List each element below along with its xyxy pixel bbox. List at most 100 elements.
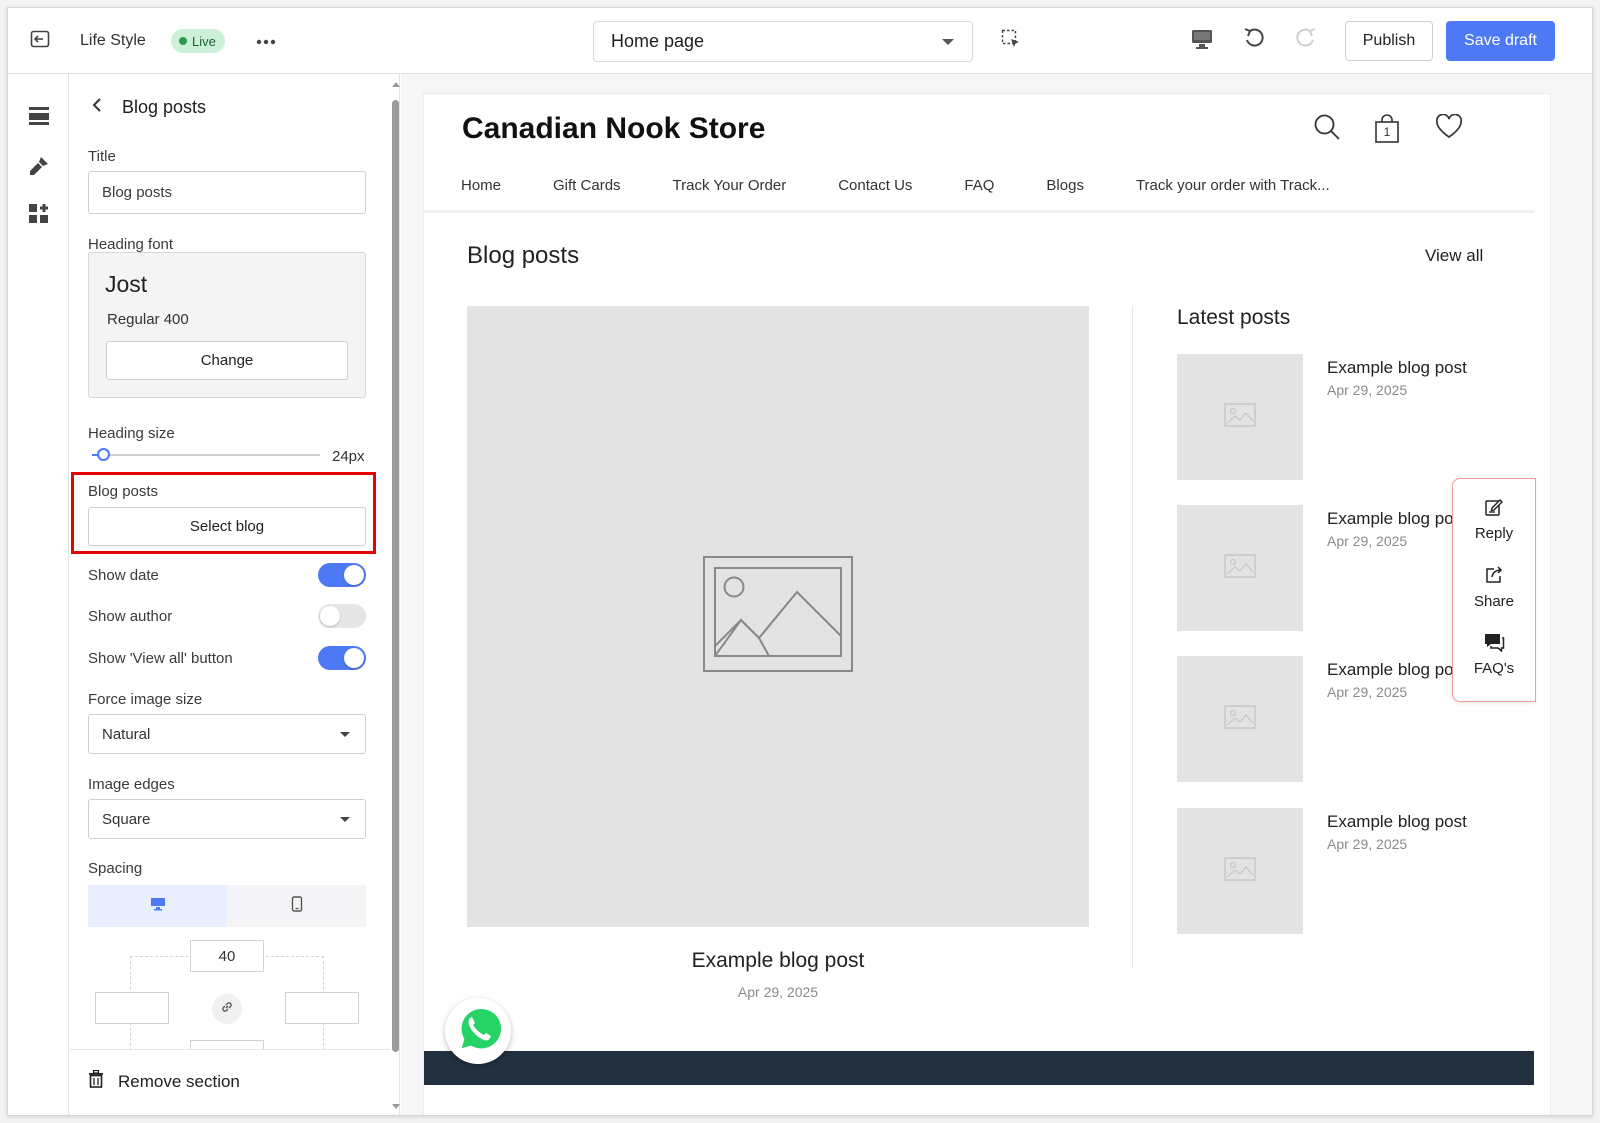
rail-theme-settings-button[interactable] [25, 154, 53, 182]
select-blog-button[interactable]: Select blog [88, 507, 366, 546]
force-image-size-label: Force image size [88, 691, 203, 708]
post-thumbnail[interactable] [1177, 808, 1303, 934]
storefront-preview: Canadian Nook Store 1 Home Gift Cards Tr… [424, 94, 1550, 1115]
store-wishlist-button[interactable] [1434, 112, 1464, 145]
panel-scrollbar[interactable] [392, 74, 400, 1115]
heading-size-slider[interactable] [92, 448, 320, 461]
post-title[interactable]: Example blog post [1327, 509, 1467, 529]
show-date-label: Show date [88, 567, 159, 584]
undo-button[interactable] [1240, 26, 1268, 54]
post-title[interactable]: Example blog post [1327, 358, 1467, 378]
chevron-down-icon [340, 732, 350, 737]
redo-button[interactable] [1292, 26, 1320, 54]
page-selector-value: Home page [611, 31, 705, 51]
theme-brush-icon [28, 155, 50, 182]
reply-edit-icon [1453, 497, 1535, 521]
nav-link-track-your-order[interactable]: Track Your Order [673, 177, 787, 194]
share-label: Share [1473, 593, 1515, 610]
mobile-icon [291, 895, 303, 917]
faq-action[interactable]: FAQ's [1453, 632, 1535, 677]
nav-link-track-order-app[interactable]: Track your order with Track... [1136, 177, 1330, 194]
slider-thumb[interactable] [97, 448, 111, 461]
desktop-preview-button[interactable] [1188, 27, 1216, 55]
nav-link-home[interactable]: Home [461, 177, 501, 194]
show-date-toggle[interactable] [318, 563, 366, 587]
inspector-button[interactable] [998, 28, 1024, 54]
force-image-size-select[interactable]: Natural [88, 714, 366, 754]
rail-sections-button[interactable] [25, 104, 53, 132]
post-title[interactable]: Example blog post [1327, 660, 1467, 680]
tab-desktop-spacing[interactable] [88, 885, 227, 927]
theme-editor-window: Life Style Live Home page Publish Save d… [7, 7, 1593, 1116]
post-date: Apr 29, 2025 [1327, 684, 1408, 700]
post-thumbnail[interactable] [1177, 505, 1303, 631]
nav-link-gift-cards[interactable]: Gift Cards [553, 177, 621, 194]
toggle-knob [344, 565, 364, 585]
store-cart-button[interactable]: 1 [1372, 114, 1402, 144]
blog-posts-label: Blog posts [88, 483, 159, 500]
nav-link-blogs[interactable]: Blogs [1046, 177, 1084, 194]
remove-section-button[interactable]: Remove section [88, 1069, 240, 1093]
toggle-knob [320, 606, 340, 626]
post-date: Apr 29, 2025 [1327, 382, 1408, 398]
change-font-button[interactable]: Change [106, 341, 348, 380]
desktop-icon [150, 897, 166, 916]
latest-post-item: Example blog post Apr 29, 2025 [1177, 354, 1537, 480]
panel-scrollbar-thumb[interactable] [392, 100, 399, 1052]
editor-icon-rail [8, 74, 69, 1115]
latest-post-item: Example blog post Apr 29, 2025 [1177, 808, 1537, 934]
spacing-device-tabs [88, 885, 366, 927]
post-title[interactable]: Example blog post [1327, 812, 1467, 832]
reply-action[interactable]: Reply [1453, 497, 1535, 542]
spacing-left-input[interactable] [95, 992, 169, 1024]
spacing-label: Spacing [88, 860, 143, 877]
heading-font-label: Heading font [88, 236, 174, 253]
back-button[interactable] [86, 96, 108, 118]
header-divider [424, 210, 1534, 213]
publish-button[interactable]: Publish [1345, 21, 1433, 61]
share-action[interactable]: Share [1453, 565, 1535, 610]
post-date: Apr 29, 2025 [1327, 836, 1408, 852]
remove-section-label: Remove section [118, 1071, 240, 1091]
post-thumbnail[interactable] [1177, 656, 1303, 782]
spacing-right-input[interactable] [285, 992, 359, 1024]
featured-post-title[interactable]: Example blog post [467, 949, 1089, 973]
reply-label: Reply [1474, 525, 1514, 542]
faq-label: FAQ's [1473, 660, 1515, 677]
store-name[interactable]: Canadian Nook Store [462, 112, 765, 146]
title-input[interactable] [88, 171, 366, 214]
image-edges-value: Square [102, 810, 151, 828]
font-weight: Regular 400 [107, 311, 189, 328]
force-image-size-value: Natural [102, 725, 151, 743]
live-badge-label: Live [192, 33, 216, 49]
floating-actions-panel: Reply Share FAQ's [1452, 478, 1536, 702]
more-options-button[interactable] [251, 28, 281, 54]
scroll-down-icon [392, 1104, 400, 1109]
ellipsis-icon [256, 32, 276, 50]
heading-size-value: 24px [332, 448, 365, 465]
tab-mobile-spacing[interactable] [227, 885, 366, 927]
store-search-button[interactable] [1312, 114, 1342, 144]
nav-link-contact-us[interactable]: Contact Us [838, 177, 912, 194]
undo-icon [1242, 26, 1266, 55]
nav-link-faq[interactable]: FAQ [964, 177, 994, 194]
heart-icon [1435, 112, 1463, 145]
link-spacing-button[interactable] [212, 994, 242, 1024]
show-author-toggle[interactable] [318, 604, 366, 628]
post-thumbnail[interactable] [1177, 354, 1303, 480]
save-draft-button[interactable]: Save draft [1446, 21, 1555, 61]
view-all-link[interactable]: View all [1425, 246, 1483, 266]
show-view-all-toggle[interactable] [318, 646, 366, 670]
page-selector-dropdown[interactable]: Home page [593, 21, 973, 62]
whatsapp-chat-button[interactable] [445, 998, 511, 1064]
redo-icon [1294, 26, 1318, 55]
image-edges-select[interactable]: Square [88, 799, 366, 839]
latest-posts-title: Latest posts [1177, 306, 1291, 329]
spacing-top-input[interactable] [190, 940, 264, 972]
shopping-bag-icon: 1 [1373, 114, 1401, 144]
exit-editor-button[interactable] [26, 28, 54, 54]
rail-apps-button[interactable] [25, 202, 53, 230]
featured-post-image[interactable] [467, 306, 1089, 927]
panel-header: Blog posts [70, 92, 370, 122]
live-dot-icon [179, 37, 187, 45]
